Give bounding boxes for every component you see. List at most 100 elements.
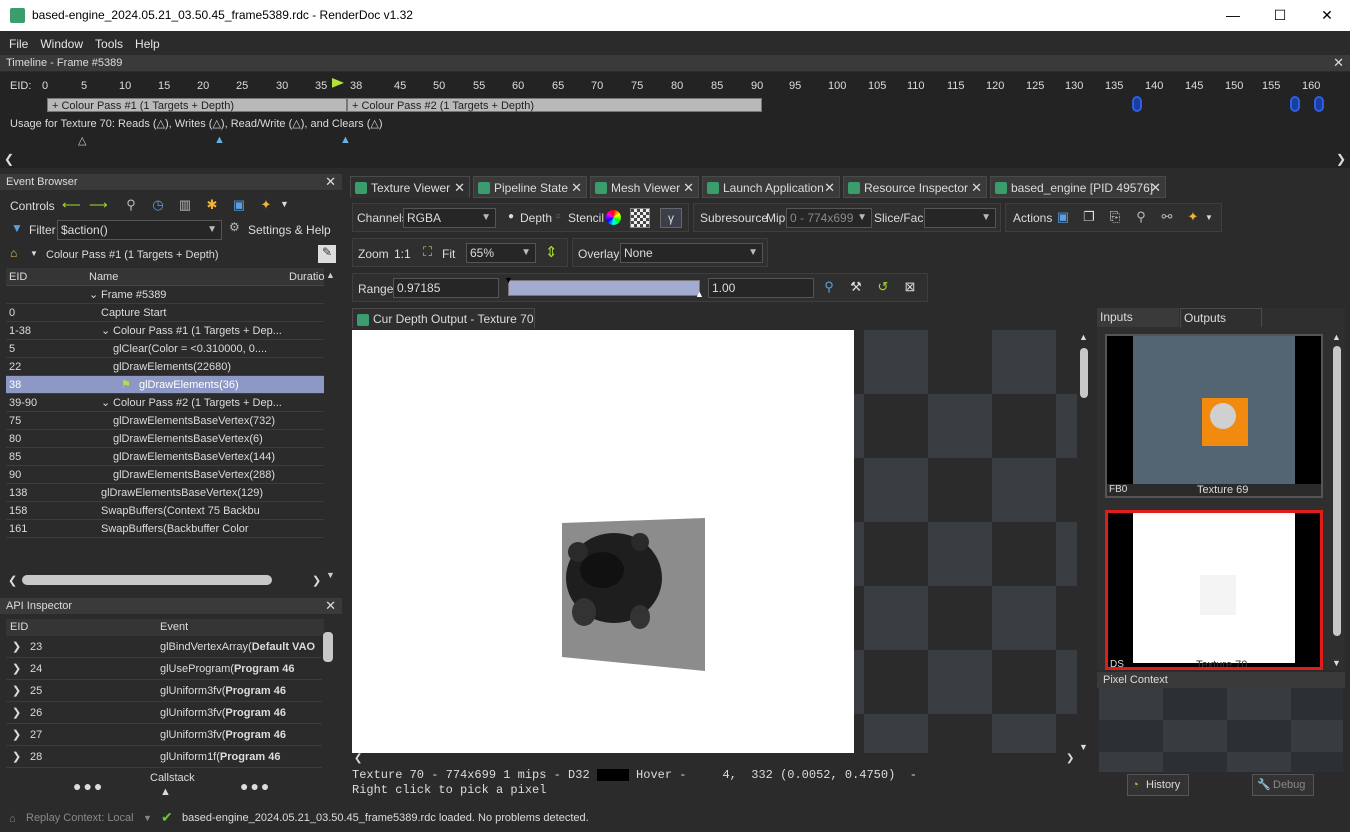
api-column-eid[interactable]: EID bbox=[10, 619, 28, 636]
event-hscroll-thumb[interactable] bbox=[22, 575, 272, 585]
callstack-expand-icon[interactable]: ▲ bbox=[160, 786, 171, 798]
tab-close-icon[interactable]: ✕ bbox=[1150, 177, 1161, 199]
canvas-hscroll-right-icon[interactable]: ❯ bbox=[1066, 753, 1074, 764]
maximize-button[interactable]: ☐ bbox=[1257, 0, 1303, 31]
timeline-marker[interactable] bbox=[1290, 96, 1300, 112]
tab-outputs[interactable]: Outputs bbox=[1180, 308, 1262, 327]
timeline-scroll-right-icon[interactable]: ❯ bbox=[1336, 152, 1346, 166]
canvas-hscroll-left-icon[interactable]: ❮ bbox=[354, 753, 362, 764]
filter-input[interactable]: $action() ▼ bbox=[57, 220, 222, 240]
event-row[interactable]: 39-90 ⌄ Colour Pass #2 (1 Targets + Dep... bbox=[6, 394, 324, 412]
range-max-input[interactable]: 1.00 bbox=[708, 278, 814, 298]
expand-chevron-icon[interactable]: ❯ bbox=[12, 724, 21, 746]
event-row[interactable]: 161 SwapBuffers(Backbuffer Color bbox=[6, 520, 324, 538]
event-row[interactable]: 22 glDrawElements(22680) bbox=[6, 358, 324, 376]
expand-chevron-icon[interactable]: ❯ bbox=[12, 680, 21, 702]
thumb-fb0[interactable]: FB0 Texture 69 bbox=[1105, 334, 1323, 498]
event-row[interactable]: ⌄ Frame #5389 bbox=[6, 286, 324, 304]
minimize-button[interactable]: — bbox=[1210, 0, 1256, 31]
depth-radio[interactable]: ● bbox=[508, 211, 514, 222]
fit-icon[interactable]: ⛶ bbox=[423, 244, 432, 260]
canvas-vscroll[interactable]: ▲ ▼ bbox=[1078, 332, 1090, 752]
api-row[interactable]: ❯ 28 glUniform1f(Program 46 bbox=[6, 746, 322, 768]
channels-select[interactable]: RGBA ▼ bbox=[403, 208, 496, 228]
history-button[interactable]: ◔ History bbox=[1127, 774, 1189, 796]
debug-button[interactable]: 🔧 Debug bbox=[1252, 774, 1314, 796]
event-table-vscroll[interactable]: ▲ ▼ bbox=[326, 270, 336, 580]
replay-context-label[interactable]: Replay Context: Local bbox=[26, 808, 134, 828]
api-row[interactable]: ❯ 24 glUseProgram(Program 46 bbox=[6, 658, 322, 680]
save-icon[interactable]: ▣ bbox=[230, 196, 248, 214]
expand-chevron-icon[interactable]: ⌄ bbox=[89, 286, 98, 304]
column-eid[interactable]: EID bbox=[9, 268, 27, 286]
home-icon[interactable]: ⌂ bbox=[10, 246, 17, 260]
tab-inputs[interactable]: Inputs bbox=[1097, 308, 1179, 327]
timeline-panel[interactable]: EID: 0 5 10 15 20 25 30 35 38 45 50 55 60 65 70 75 80 85 9… bbox=[0, 72, 1350, 168]
menu-window[interactable]: Window bbox=[34, 34, 89, 51]
range-min-handle[interactable]: ▼ bbox=[504, 275, 513, 285]
timing-clock-icon[interactable]: ◷ bbox=[149, 196, 167, 214]
tab-resource-inspector[interactable]: Resource Inspector ✕ bbox=[843, 176, 987, 198]
event-browser-close-icon[interactable]: ✕ bbox=[325, 174, 336, 190]
binoculars-icon[interactable]: ⚲ bbox=[1132, 208, 1150, 226]
event-row[interactable]: 138 glDrawElementsBaseVertex(129) bbox=[6, 484, 324, 502]
next-event-icon[interactable]: ⟶ bbox=[89, 196, 108, 214]
expand-chevron-icon[interactable]: ❯ bbox=[12, 746, 21, 768]
actions-dropdown-icon[interactable]: ▼ bbox=[1205, 213, 1213, 222]
column-duration[interactable]: Duratio bbox=[289, 268, 324, 286]
gamma-button[interactable]: γ bbox=[660, 208, 682, 228]
reset-range-icon[interactable]: ↺ bbox=[874, 278, 892, 296]
timeline-marker[interactable] bbox=[1132, 96, 1142, 112]
expand-chevron-icon[interactable]: ❯ bbox=[12, 702, 21, 724]
range-max-handle[interactable]: ▲ bbox=[695, 289, 704, 299]
close-window-button[interactable]: ✕ bbox=[1304, 0, 1350, 31]
copy-icon[interactable]: ❐ bbox=[1080, 208, 1098, 226]
breadcrumb-dropdown-icon[interactable]: ▼ bbox=[30, 249, 38, 258]
range-histogram-slider[interactable] bbox=[508, 280, 700, 296]
tab-close-icon[interactable]: ✕ bbox=[824, 177, 835, 199]
zoom-select[interactable]: 65% ▼ bbox=[466, 243, 536, 263]
fit-button[interactable]: Fit bbox=[442, 247, 455, 261]
breadcrumb[interactable]: Colour Pass #1 (1 Targets + Depth) bbox=[46, 249, 219, 261]
stats-bars-icon[interactable]: ▥ bbox=[176, 196, 194, 214]
api-row[interactable]: ❯ 23 glBindVertexArray(Default VAO bbox=[6, 636, 322, 658]
event-row[interactable]: 5 glClear(Color = <0.310000, 0.... bbox=[6, 340, 324, 358]
open-texture-icon[interactable]: ⎘ bbox=[1106, 208, 1124, 226]
previous-event-icon[interactable]: ⟵ bbox=[62, 196, 81, 214]
event-hscroll-right-icon[interactable]: ❯ bbox=[312, 574, 321, 587]
menu-tools[interactable]: Tools bbox=[89, 34, 129, 51]
splitter-dots-icon[interactable]: ●●● bbox=[240, 778, 271, 794]
thumb-ds[interactable]: DS Texture 70 bbox=[1105, 510, 1323, 670]
stencil-radio[interactable]: ○ bbox=[555, 211, 561, 222]
event-row[interactable]: 75 glDrawElementsBaseVertex(732) bbox=[6, 412, 324, 430]
flip-vertical-icon[interactable]: ⇕ bbox=[545, 243, 558, 261]
api-row[interactable]: ❯ 27 glUniform3fv(Program 46 bbox=[6, 724, 322, 746]
mip-select[interactable]: 0 - 774x699 ▼ bbox=[786, 208, 872, 228]
settings-help-button[interactable]: Settings & Help bbox=[248, 223, 331, 237]
event-hscroll-left-icon[interactable]: ❮ bbox=[8, 574, 17, 587]
find-binoculars-icon[interactable]: ⚲ bbox=[122, 196, 140, 214]
tab-close-icon[interactable]: ✕ bbox=[971, 177, 982, 199]
tab-pipeline-state[interactable]: Pipeline State ✕ bbox=[473, 176, 587, 198]
event-row[interactable]: 158 SwapBuffers(Context 75 Backbu bbox=[6, 502, 324, 520]
pixel-context-preview[interactable] bbox=[1099, 688, 1343, 772]
timeline-marker[interactable] bbox=[1314, 96, 1324, 112]
splitter-dots-icon[interactable]: ●●● bbox=[73, 778, 104, 794]
tab-process[interactable]: based_engine [PID 49576] ✕ bbox=[990, 176, 1166, 198]
edit-note-icon[interactable]: ✎ bbox=[318, 245, 336, 263]
event-row[interactable]: 90 glDrawElementsBaseVertex(288) bbox=[6, 466, 324, 484]
tab-close-icon[interactable]: ✕ bbox=[571, 177, 582, 199]
checkerboard-icon[interactable] bbox=[630, 208, 650, 228]
zoom-range-icon[interactable]: ⚲ bbox=[820, 278, 838, 296]
tab-mesh-viewer[interactable]: Mesh Viewer ✕ bbox=[590, 176, 699, 198]
tab-texture-viewer[interactable]: Texture Viewer ✕ bbox=[350, 176, 470, 198]
histogram-icon[interactable]: ⊠ bbox=[901, 278, 919, 296]
event-row[interactable]: 0 Capture Start bbox=[6, 304, 324, 322]
expand-chevron-icon[interactable]: ⌄ bbox=[101, 394, 110, 412]
api-column-event[interactable]: Event bbox=[160, 619, 188, 636]
replay-context-dropdown-icon[interactable]: ▼ bbox=[143, 808, 152, 828]
callstack-label[interactable]: Callstack bbox=[150, 772, 195, 784]
bookmark-star-icon[interactable]: ✱ bbox=[203, 196, 221, 214]
tab-close-icon[interactable]: ✕ bbox=[454, 177, 465, 199]
extensions-puzzle-icon[interactable]: ✦ bbox=[257, 196, 275, 214]
